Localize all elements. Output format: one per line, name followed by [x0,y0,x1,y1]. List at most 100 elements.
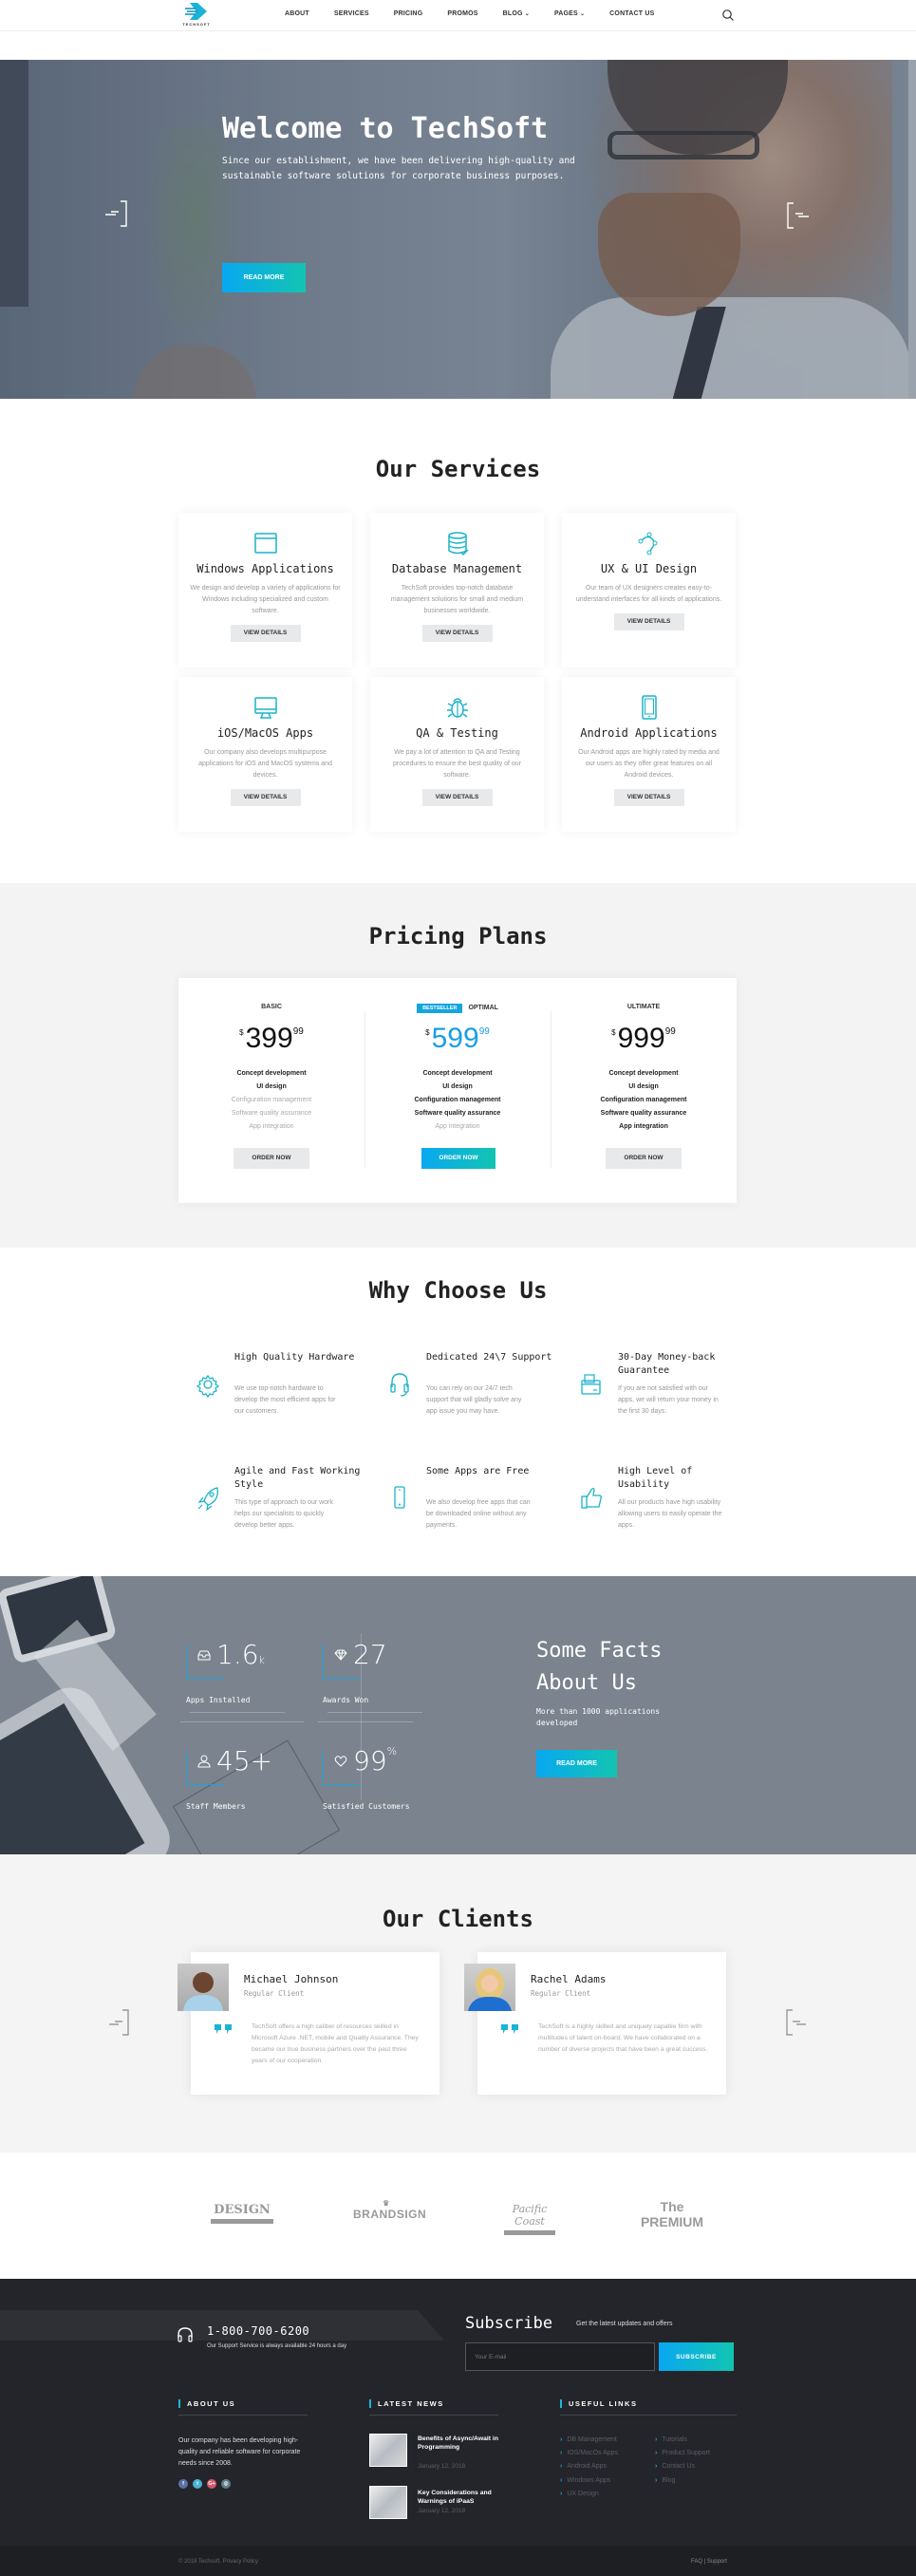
news-heading: LATEST NEWS [369,2399,444,2408]
email-input[interactable] [465,2342,655,2371]
news-title[interactable]: Key Considerations and Warnings of iPaaS [418,2490,503,2506]
hero-title: Welcome to TechSoft [222,112,549,145]
footer-link[interactable]: Blog [655,2477,675,2484]
nav-contact[interactable]: CONTACT US [609,10,654,17]
headphones-icon [178,2327,193,2342]
subscribe-title: Subscribe [465,2314,553,2333]
hero-prev-arrow-icon[interactable] [103,199,131,228]
brand-logo-design[interactable]: DESIGN [211,2203,273,2224]
fact-suffix: k [258,1654,265,1666]
service-title: Database Management [391,562,523,575]
view-details-button[interactable]: VIEW DETAILS [613,613,684,630]
google-plus-icon[interactable]: G+ [207,2479,216,2489]
wallet-icon [581,1374,601,1395]
nav-blog[interactable]: BLOG ⌄ [503,10,530,17]
brand-logo-brandsign[interactable]: ♛ BRANDSIGN [353,2199,426,2221]
about-heading: ABOUT US [178,2399,235,2408]
view-details-button[interactable]: VIEW DETAILS [230,625,301,642]
fact-number: 45+ [216,1745,273,1777]
brand-logo-pacific-coast[interactable]: Pacific Coast [496,2203,563,2235]
feature-item: App integration [249,1123,294,1130]
hero-next-arrow-icon[interactable] [783,201,812,230]
order-now-button[interactable]: ORDER NOW [421,1148,495,1169]
services-title: Our Services [375,456,541,482]
pricing-table: BASIC $39999 Concept development UI desi… [178,978,737,1203]
nav-about[interactable]: ABOUT [285,10,309,17]
plan-name-row: BESTSELLER OPTIMAL [365,1004,551,1013]
twitter-icon[interactable]: t [193,2479,202,2489]
nav-label: ABOUT [285,10,309,17]
why-item-desc: We also develop free apps that can be do… [426,1499,531,1529]
news-title[interactable]: Benefits of Async/Await in Programming [418,2435,503,2452]
service-desc: Our team of UX designers creates easy-to… [575,585,722,603]
brand-ribbon [504,2230,555,2235]
service-desc: TechSoft provides top-notch database man… [390,585,524,614]
footer-link[interactable]: Contact Us [655,2463,695,2470]
heart-icon [334,1756,347,1767]
facebook-icon[interactable]: f [178,2479,188,2489]
fact-number: 99 [353,1745,387,1777]
logo[interactable]: TECHSOFT [180,2,213,27]
brand-name: The PREMIUM [640,2199,704,2229]
fact-number: 1.6 [216,1639,259,1670]
site-header: TECHSOFT ABOUT SERVICES PRICING PROMOS B… [0,0,916,31]
nav-label: PRICING [393,10,423,17]
footer-link[interactable]: UX Design [560,2491,598,2497]
why-item: 30-Day Money-back Guarantee If you are n… [578,1351,749,1437]
subscribe-button[interactable]: SUBSCRIBE [659,2342,734,2371]
footer-link[interactable]: IOS/MacOs Apps [560,2450,618,2456]
footer-link[interactable]: Tutorials [655,2436,687,2443]
news-thumbnail[interactable] [369,2486,407,2519]
fact-label: Staff Members [186,1802,246,1811]
feature-item: Software quality assurance [231,1110,312,1117]
hero-scrollbar[interactable] [908,60,916,399]
fact-value: 27 [353,1639,387,1670]
feature-item: UI design [442,1083,473,1090]
order-now-button[interactable]: ORDER NOW [234,1148,309,1169]
divider [180,1721,304,1722]
divider [369,2415,498,2416]
footer-link[interactable]: Windows Apps [560,2477,610,2484]
view-details-button[interactable]: VIEW DETAILS [421,789,493,806]
logo-arrow-icon [185,3,207,20]
nav-services[interactable]: SERVICES [334,10,369,17]
plan-price: $39999 [178,1023,365,1055]
footer-link[interactable]: Product Support [655,2450,710,2456]
facts-read-more-button[interactable]: READ MORE [536,1750,617,1777]
service-card: QA & Testing We pay a lot of attention t… [370,677,544,832]
clients-prev-arrow-icon[interactable] [106,2008,135,2037]
view-details-button[interactable]: VIEW DETAILS [613,789,684,806]
instagram-icon[interactable]: ◎ [221,2479,231,2489]
view-details-button[interactable]: VIEW DETAILS [230,789,301,806]
why-item: High Level of Usability All our products… [578,1465,749,1551]
why-item-desc: If you are not satisfied with our apps, … [618,1385,719,1415]
support-phone[interactable]: 1-800-700-6200 [207,2324,309,2338]
faq-support-links[interactable]: FAQ | Support [691,2559,727,2565]
fact-satisfied-customers: 99% Satisfied Customers [323,1741,456,1827]
order-now-button[interactable]: ORDER NOW [606,1148,682,1169]
diamond-icon [334,1649,347,1661]
testimonial-card: Michael Johnson Regular Client TechSoft … [178,1952,439,2095]
hero-read-more-button[interactable]: READ MORE [222,263,306,292]
nav-pricing[interactable]: PRICING [394,10,423,17]
news-thumbnail[interactable] [369,2434,407,2467]
view-details-button[interactable]: VIEW DETAILS [421,625,493,642]
search-icon[interactable] [721,9,735,22]
brand-ribbon [211,2219,273,2224]
why-item: Dedicated 24\7 Support You can rely on o… [386,1351,557,1437]
feature-item: Concept development [608,1070,679,1077]
news-date: January 12, 2018 [418,2463,466,2470]
footer-link[interactable]: DB Management [560,2436,617,2443]
bestseller-badge: BESTSELLER [417,1004,463,1013]
price-cents: 99 [664,1026,676,1037]
feature-list: Concept development UI design Configurat… [551,1067,737,1134]
copyright-text[interactable]: © 2018 Techsoft. Privacy Policy [178,2559,258,2565]
partner-logos [0,2153,916,2279]
footer-link[interactable]: Android Apps [560,2463,607,2470]
nav-promos[interactable]: PROMOS [447,10,477,17]
facts-text: More than 1000 applications developed [536,1707,661,1727]
nav-pages[interactable]: PAGES ⌄ [554,10,585,17]
support-text: Our Support Service is always available … [207,2343,347,2349]
brand-logo-premium[interactable]: The PREMIUM [634,2199,710,2229]
clients-next-arrow-icon[interactable] [780,2008,809,2037]
